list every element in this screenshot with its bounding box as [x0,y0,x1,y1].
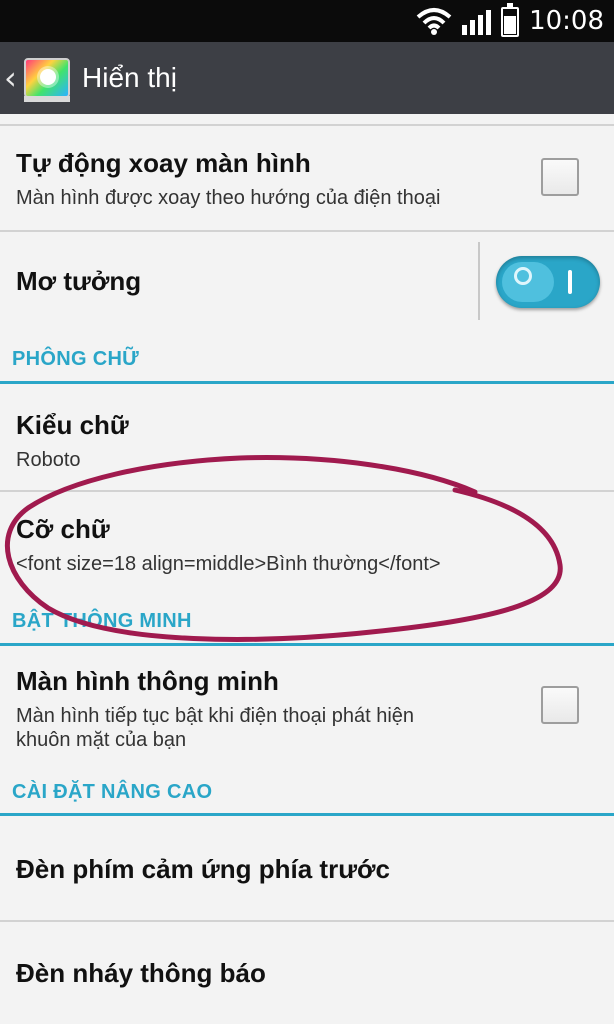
auto-rotate-checkbox[interactable] [541,158,579,196]
smart-screen-summary-line1: Màn hình tiếp tục bật khi điện thoại phá… [16,705,415,727]
auto-rotate-title: Tự động xoay màn hình [16,148,311,178]
back-chevron-icon[interactable]: ‹ [4,59,22,97]
smart-screen-row[interactable]: Màn hình thông minh Màn hình tiếp tục bậ… [0,646,614,780]
section-header-advanced: CÀI ĐẶT NÂNG CAO [12,781,213,803]
wifi-icon [416,8,452,35]
font-type-row[interactable]: Kiểu chữ Roboto [0,384,614,490]
smart-screen-checkbox[interactable] [541,686,579,724]
section-header-font: PHÔNG CHỮ [12,348,140,370]
font-type-summary: Roboto [16,449,81,471]
font-size-row[interactable]: Cỡ chữ <font size=18 align=middle>Bình t… [0,492,614,602]
smart-screen-title: Màn hình thông minh [16,666,279,696]
font-size-summary: <font size=18 align=middle>Bình thường</… [16,553,441,575]
daydream-title: Mơ tưởng [16,266,142,296]
display-settings-icon[interactable] [24,58,70,102]
page-title: Hiển thị [82,62,177,93]
auto-rotate-row[interactable]: Tự động xoay màn hình Màn hình được xoay… [0,126,614,230]
auto-rotate-summary: Màn hình được xoay theo hướng của điện t… [16,187,441,209]
action-bar: ‹ Hiển thị [0,42,614,114]
status-bar: 10:08 [0,0,614,42]
notification-flash-title: Đèn nháy thông báo [16,958,266,988]
daydream-toggle[interactable] [496,256,600,308]
font-type-title: Kiểu chữ [16,410,129,440]
vertical-separator [478,242,480,320]
signal-icon [462,7,492,35]
daydream-row[interactable]: Mơ tưởng [0,232,614,322]
section-header-smart: BẬT THÔNG MINH [12,610,192,632]
front-touch-light-title: Đèn phím cảm ứng phía trước [16,854,390,884]
font-size-title: Cỡ chữ [16,514,110,544]
battery-icon [501,3,520,37]
front-touch-light-row[interactable]: Đèn phím cảm ứng phía trước [0,816,614,920]
smart-screen-summary-line2: khuôn mặt của bạn [16,729,187,751]
notification-flash-row[interactable]: Đèn nháy thông báo [0,922,614,1024]
status-clock: 10:08 [529,6,604,36]
